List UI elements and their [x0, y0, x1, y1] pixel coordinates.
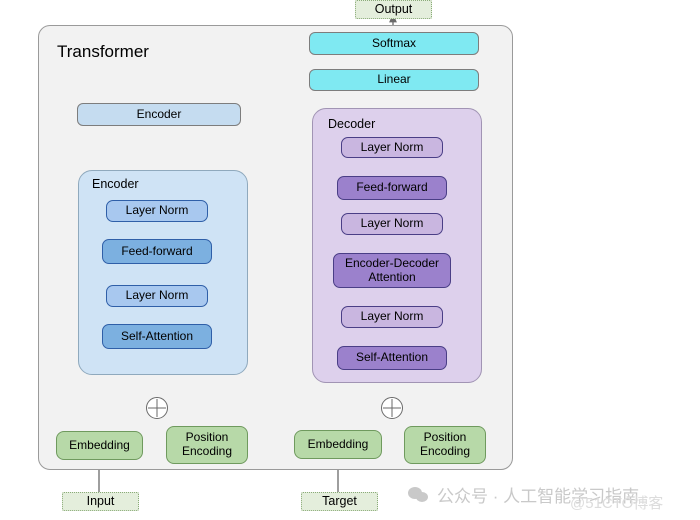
target-position-encoding-node: Position Encoding: [404, 426, 486, 464]
wechat-icon: [408, 486, 430, 504]
watermark-overlay: @51CTO博客: [570, 495, 664, 512]
encoder-decoder-attention: Encoder-Decoder Attention: [333, 253, 451, 288]
target-add-operator: [381, 397, 403, 419]
target-node: Target: [301, 492, 378, 511]
softmax-node: Softmax: [309, 32, 479, 55]
diagram-canvas: Transformer Output Input Target Softmax …: [0, 0, 700, 520]
target-embedding-node: Embedding: [294, 430, 382, 459]
source-position-encoding-node: Position Encoding: [166, 426, 248, 464]
source-add-operator: [146, 397, 168, 419]
encoder-layer-norm-1: Layer Norm: [106, 285, 208, 307]
output-node: Output: [355, 0, 432, 19]
linear-node: Linear: [309, 69, 479, 91]
encoder-layer-norm-2: Layer Norm: [106, 200, 208, 222]
encoder-self-attention: Self-Attention: [102, 324, 212, 349]
decoder-layer-norm-2: Layer Norm: [341, 213, 443, 235]
encoder-group-title: Encoder: [92, 177, 139, 191]
transformer-title: Transformer: [57, 42, 149, 61]
source-embedding-node: Embedding: [56, 431, 143, 460]
encoder-summary-node: Encoder: [77, 103, 241, 126]
decoder-group-title: Decoder: [328, 117, 376, 131]
decoder-feed-forward: Feed-forward: [337, 176, 447, 200]
encoder-feed-forward: Feed-forward: [102, 239, 212, 264]
input-node: Input: [62, 492, 139, 511]
decoder-layer-norm-3: Layer Norm: [341, 137, 443, 158]
decoder-self-attention: Self-Attention: [337, 346, 447, 370]
decoder-layer-norm-1: Layer Norm: [341, 306, 443, 328]
